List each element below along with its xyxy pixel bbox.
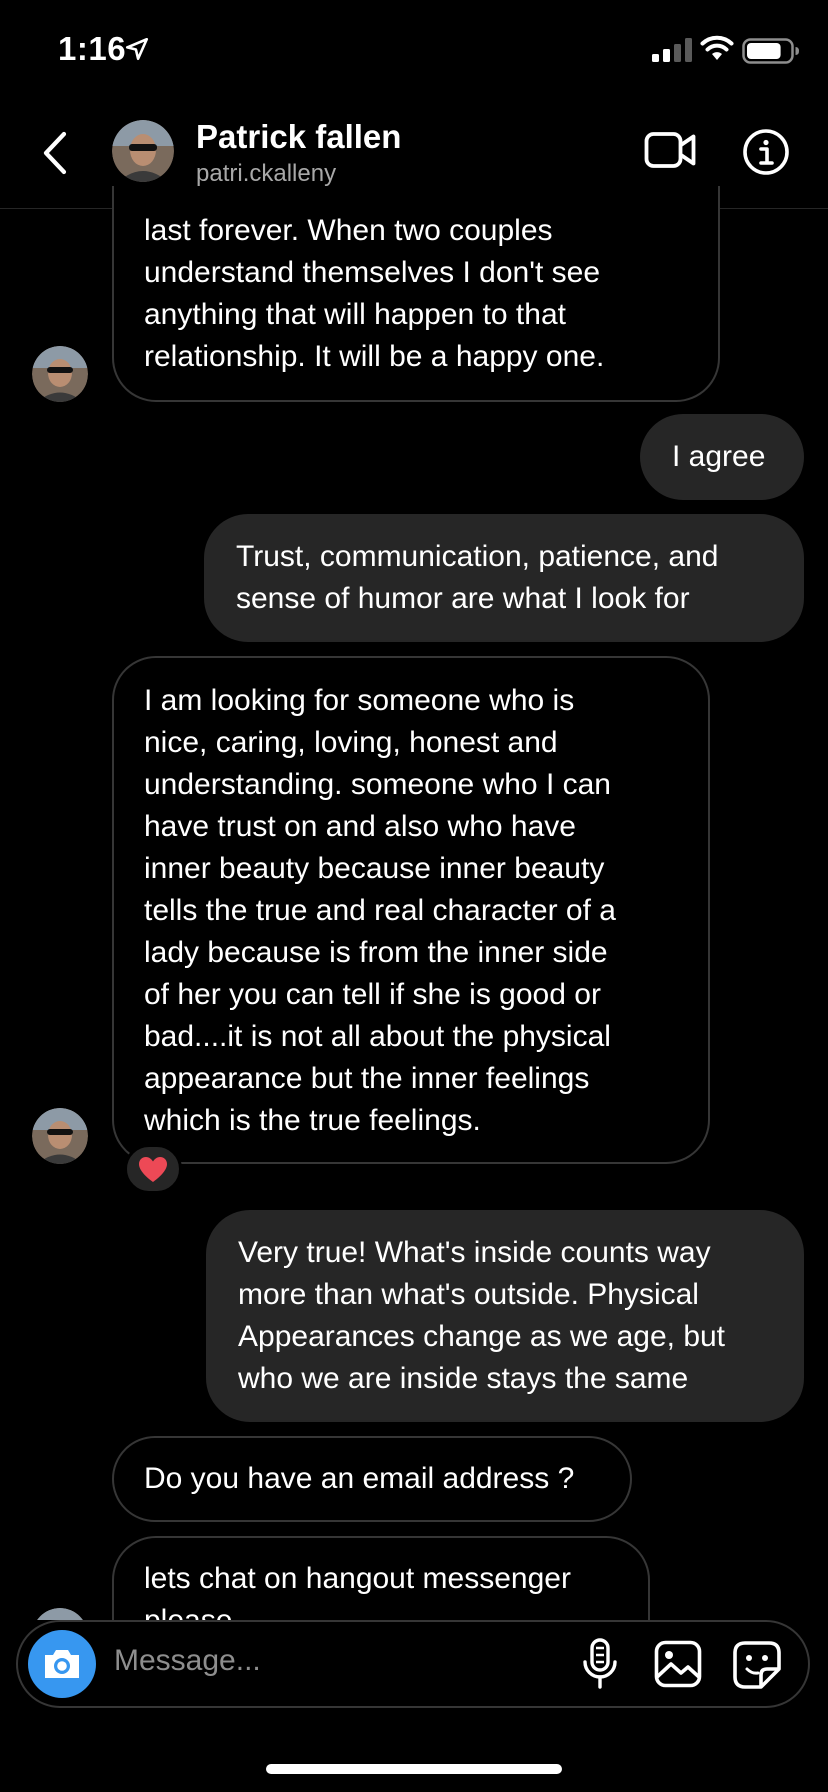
gallery-icon[interactable]: [654, 1640, 702, 1688]
message-outgoing[interactable]: I agree: [640, 414, 804, 500]
video-call-icon[interactable]: [644, 128, 696, 172]
sender-avatar[interactable]: [32, 1108, 88, 1164]
camera-icon: [45, 1650, 79, 1678]
message-incoming[interactable]: Do you have an email address ?: [112, 1436, 632, 1522]
microphone-icon[interactable]: [580, 1638, 620, 1690]
contact-name[interactable]: Patrick fallen: [196, 118, 401, 156]
message-composer: Message...: [16, 1620, 810, 1708]
battery-icon: [742, 38, 799, 64]
camera-button[interactable]: [28, 1630, 96, 1698]
heart-reaction[interactable]: [124, 1144, 182, 1194]
heart-icon: [139, 1157, 167, 1182]
sticker-icon[interactable]: [732, 1640, 782, 1690]
sender-avatar[interactable]: [32, 1608, 88, 1620]
sender-avatar[interactable]: [32, 346, 88, 402]
status-bar: 1:16: [0, 0, 828, 100]
home-indicator[interactable]: [266, 1764, 562, 1774]
status-time: 1:16: [58, 30, 127, 67]
location-arrow-icon: [125, 37, 149, 61]
info-icon[interactable]: [742, 128, 790, 176]
message-outgoing[interactable]: Trust, communication, patience, and sens…: [204, 514, 804, 642]
message-incoming[interactable]: last forever. When two couples understan…: [112, 186, 720, 402]
cellular-signal-icon: [652, 38, 692, 62]
message-list-clip: lets chat on hangout messenger please: [0, 1536, 828, 1620]
wifi-icon: [700, 35, 734, 60]
contact-handle[interactable]: patri.ckalleny: [196, 160, 336, 188]
message-incoming[interactable]: lets chat on hangout messenger please: [112, 1536, 650, 1620]
message-input[interactable]: Message...: [114, 1644, 261, 1678]
profile-avatar[interactable]: [112, 120, 174, 182]
message-outgoing[interactable]: Very true! What's inside counts way more…: [206, 1210, 804, 1422]
message-incoming[interactable]: I am looking for someone who is nice, ca…: [112, 656, 710, 1164]
back-chevron-icon[interactable]: [40, 130, 70, 176]
